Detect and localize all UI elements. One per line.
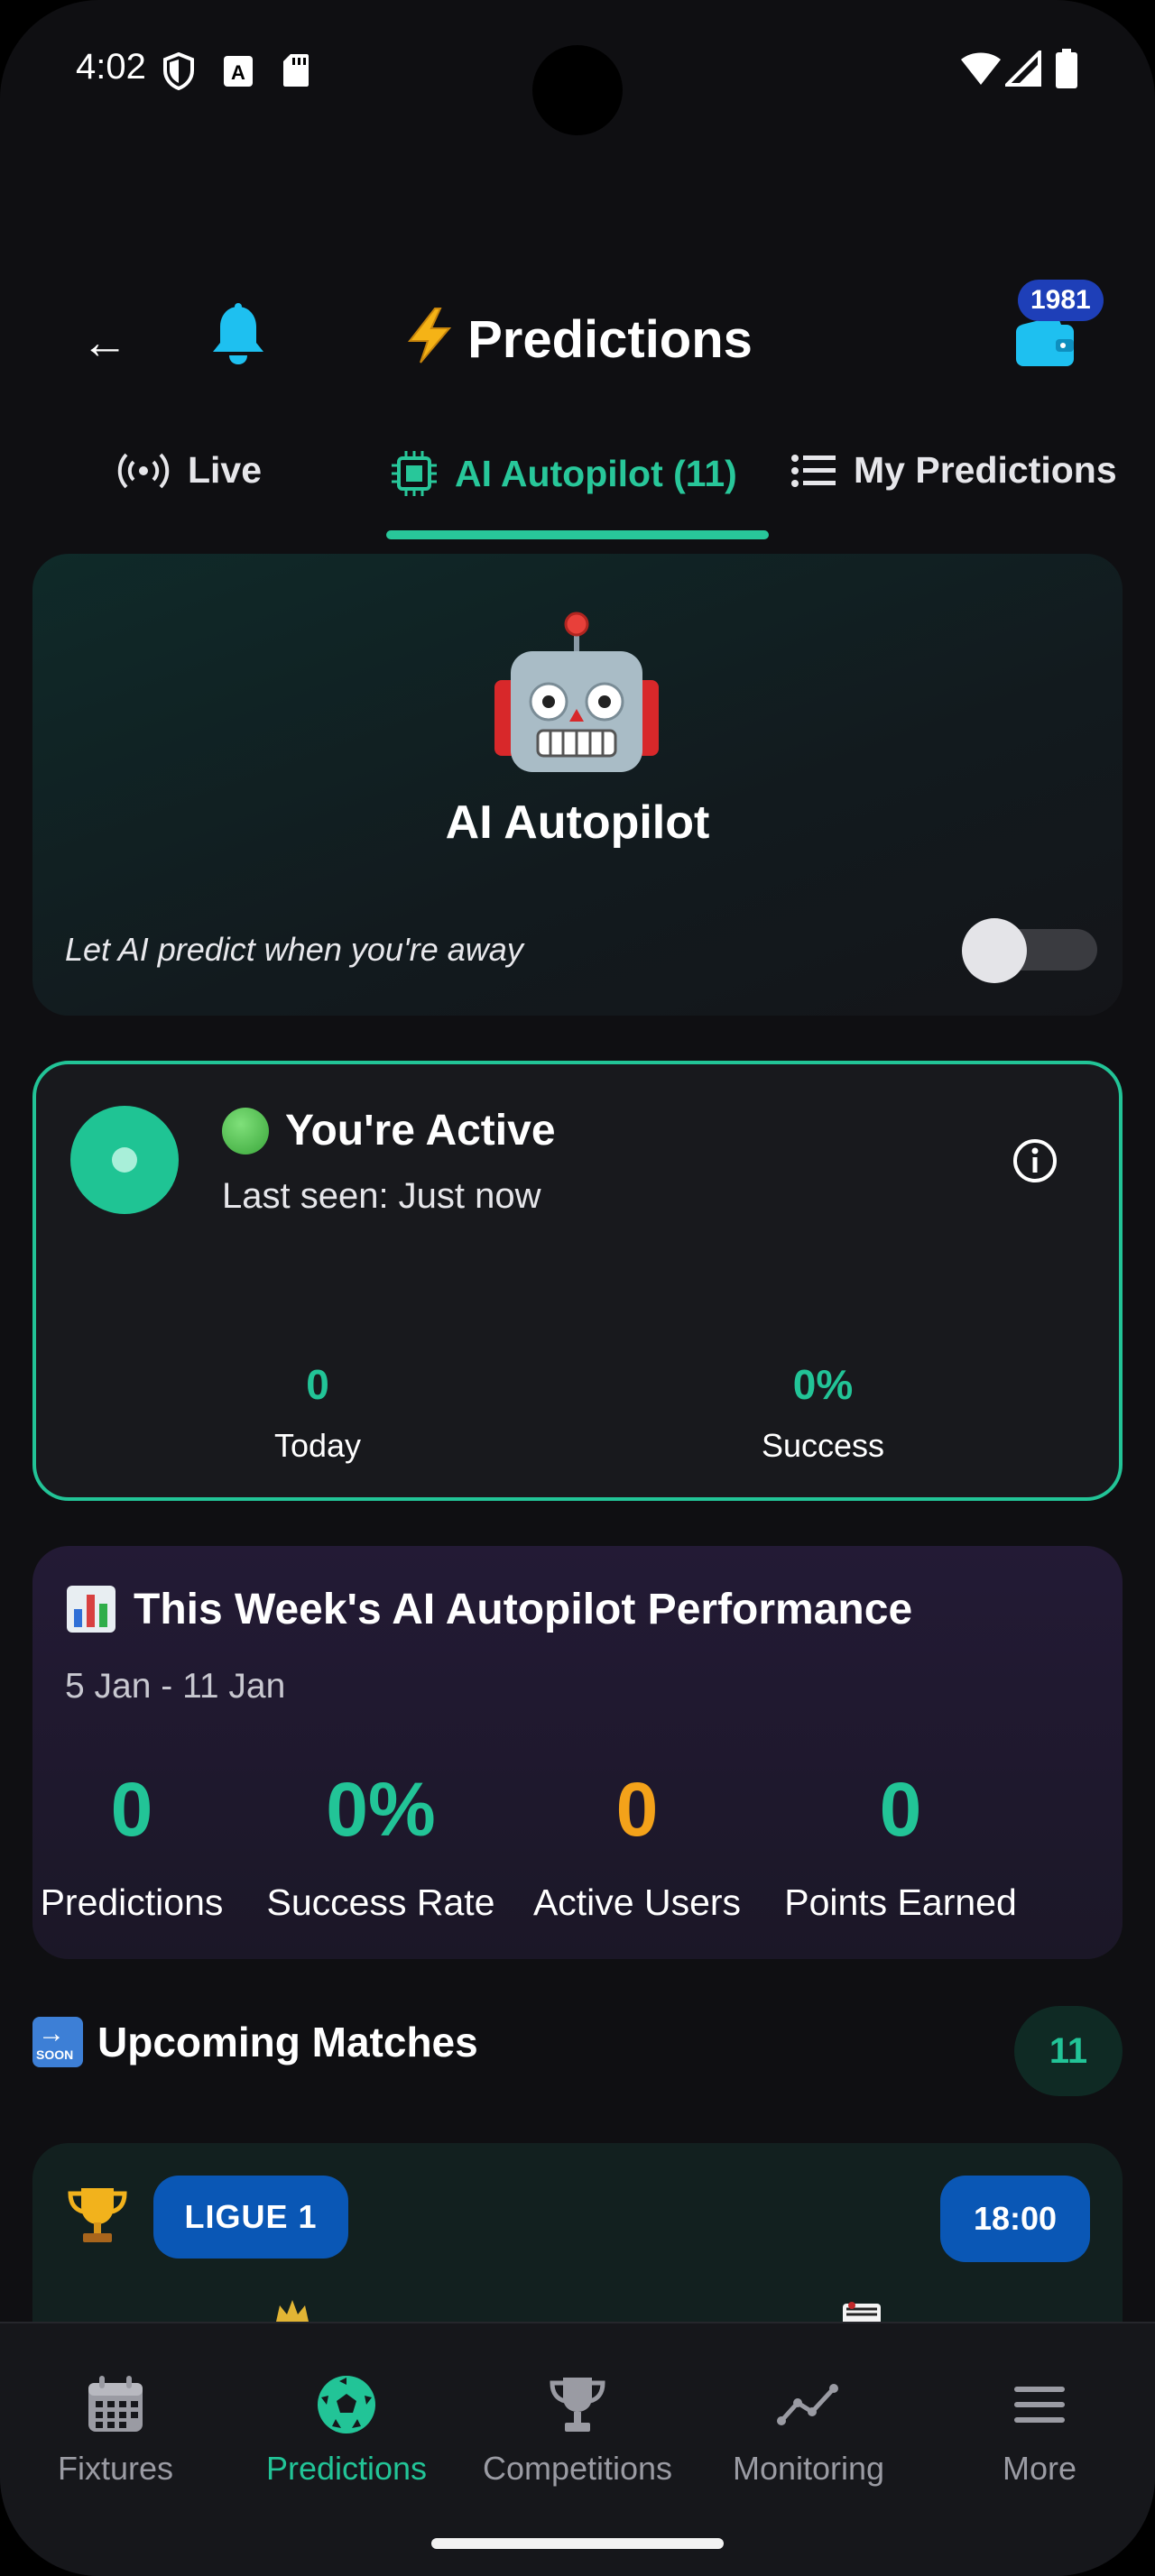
soon-arrow-glyph: → <box>38 2019 65 2048</box>
line-chart-icon <box>777 2384 838 2425</box>
weekly-stat-label: Success Rate <box>266 1881 495 1923</box>
nav-fixtures[interactable]: Fixtures <box>0 2372 231 2488</box>
weekly-stat-label: Predictions <box>40 1881 224 1923</box>
weekly-stat-label: Active Users <box>532 1881 742 1923</box>
success-label: Success <box>761 1427 885 1464</box>
status-time: 4:02 <box>76 47 146 87</box>
nav-competitions[interactable]: Competitions <box>462 2372 693 2488</box>
weekly-stat-value: 0 <box>879 1767 922 1852</box>
match-time-badge: 18:00 <box>940 2176 1090 2262</box>
nav-fixtures-label: Fixtures <box>57 2450 174 2487</box>
page-title-text: Predictions <box>467 310 753 369</box>
nav-predictions[interactable]: Predictions <box>231 2372 462 2488</box>
tab-bar: Live AI Autopilot (11) My Predictions <box>0 433 1155 541</box>
autopilot-title: AI Autopilot <box>445 796 710 849</box>
info-icon[interactable] <box>1011 1136 1059 1185</box>
shield-icon <box>163 52 194 90</box>
upcoming-matches-heading: → SOON Upcoming Matches <box>32 2017 478 2067</box>
nav-predictions-label: Predictions <box>265 2450 428 2487</box>
nav-monitoring[interactable]: Monitoring <box>693 2372 924 2488</box>
nav-more-label: More <box>1002 2450 1077 2487</box>
active-title-text: You're Active <box>285 1107 556 1155</box>
soon-text: SOON <box>36 2047 74 2062</box>
broadcast-icon <box>117 453 170 488</box>
today-count: 0 <box>306 1361 329 1408</box>
tab-live[interactable]: Live <box>116 449 262 492</box>
weekly-stat-value: 0 <box>615 1767 659 1852</box>
weekly-title: This Week's AI Autopilot Performance <box>65 1584 912 1634</box>
soccer-ball-icon <box>318 2376 375 2433</box>
active-status-card: You're Active Last seen: Just now 0 Toda… <box>32 1061 1123 1501</box>
wallet-points-badge: 1981 <box>1018 280 1104 321</box>
green-circle-icon <box>222 1107 269 1155</box>
wallet-icon[interactable] <box>1014 314 1076 368</box>
signal-icon <box>1005 51 1041 87</box>
list-icon <box>791 454 836 487</box>
active-title: You're Active <box>222 1106 556 1155</box>
weekly-stat-value: 0 <box>110 1767 153 1852</box>
tab-my-predictions-label: My Predictions <box>854 449 1117 491</box>
nav-competitions-label: Competitions <box>482 2450 673 2487</box>
sd-card-icon <box>283 54 309 87</box>
today-label: Today <box>273 1427 362 1464</box>
wifi-icon <box>961 52 1001 85</box>
front-camera <box>532 45 623 135</box>
autopilot-toggle[interactable] <box>962 918 1097 983</box>
home-indicator[interactable] <box>431 2538 724 2549</box>
active-tab-indicator <box>386 530 769 539</box>
autopilot-subtitle: Let AI predict when you're away <box>65 931 523 968</box>
weekly-stat-value: 0% <box>326 1767 436 1852</box>
tab-ai-autopilot-label: AI Autopilot (11) <box>455 452 737 494</box>
soon-arrow-icon: → SOON <box>32 2017 83 2067</box>
upcoming-matches-title: Upcoming Matches <box>97 2019 478 2065</box>
tab-live-label: Live <box>188 449 263 491</box>
app-header: ← Predictions <box>0 271 1155 406</box>
phone-screen: 4:02 A ← Predictions 1981 Live AI Autopi… <box>0 0 1155 2576</box>
page-title: Predictions <box>0 307 1155 370</box>
battery-icon <box>1056 49 1077 88</box>
keyboard-a-icon: A <box>224 56 253 87</box>
last-seen-text: Last seen: Just now <box>222 1176 541 1216</box>
menu-icon <box>1014 2387 1065 2423</box>
svg-text:A: A <box>231 61 245 84</box>
weekly-date-range: 5 Jan - 11 Jan <box>65 1667 286 1706</box>
status-bar: 4:02 A <box>0 0 1155 144</box>
upcoming-count-badge: 11 <box>1014 2006 1123 2096</box>
league-badge: LIGUE 1 <box>153 2176 348 2259</box>
chip-icon <box>392 451 437 496</box>
active-indicator <box>70 1106 179 1214</box>
success-rate: 0% <box>792 1361 854 1408</box>
autopilot-card: AI Autopilot Let AI predict when you're … <box>32 554 1123 1016</box>
tab-my-predictions[interactable]: My Predictions <box>790 449 1117 492</box>
trophy-icon <box>68 2188 127 2242</box>
nav-monitoring-label: Monitoring <box>732 2450 885 2487</box>
robot-icon <box>494 612 659 772</box>
weekly-performance-card: This Week's AI Autopilot Performance 5 J… <box>32 1546 1123 1959</box>
calendar-icon <box>88 2376 143 2432</box>
tab-ai-autopilot[interactable]: AI Autopilot (11) <box>390 449 737 498</box>
weekly-title-text: This Week's AI Autopilot Performance <box>134 1585 913 1633</box>
lightning-icon <box>408 308 452 363</box>
toggle-knob <box>962 918 1027 983</box>
active-indicator-core <box>112 1147 137 1173</box>
bar-chart-icon <box>67 1586 116 1633</box>
trophy-icon <box>550 2378 605 2432</box>
nav-more[interactable]: More <box>924 2372 1155 2488</box>
weekly-stat-label: Points Earned <box>784 1881 1017 1923</box>
